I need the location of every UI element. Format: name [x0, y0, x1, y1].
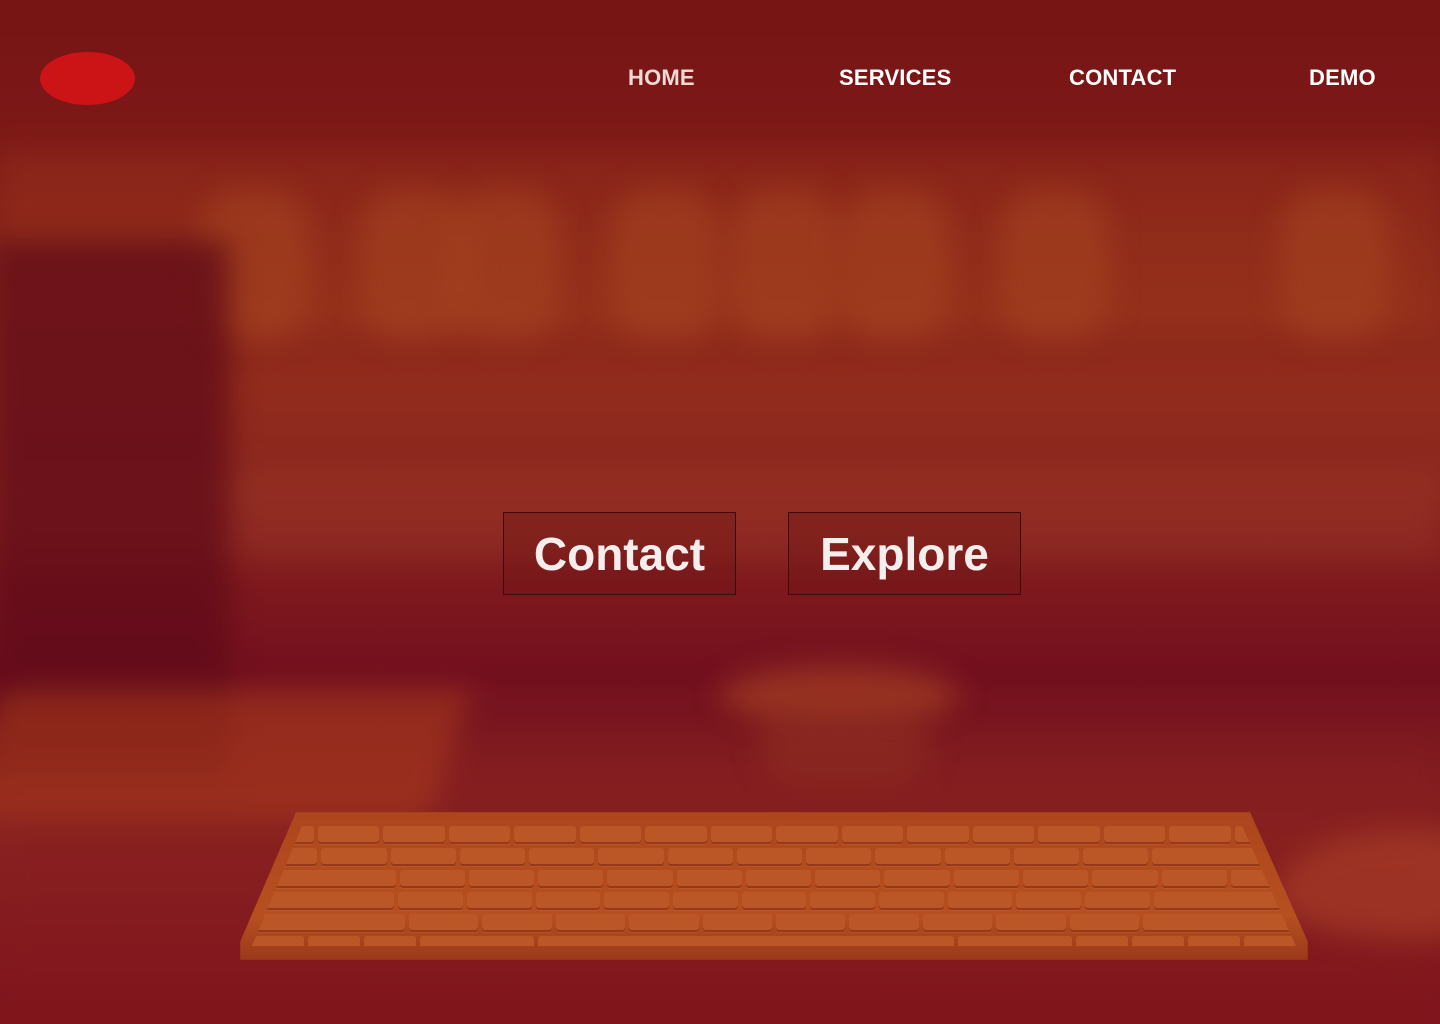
explore-button[interactable]: Explore [788, 512, 1021, 595]
nav-contact[interactable]: CONTACT [1069, 65, 1176, 91]
site-header: HOME SERVICES CONTACT DEMO [0, 0, 1440, 160]
contact-button[interactable]: Contact [503, 512, 736, 595]
landing-page: HOME SERVICES CONTACT DEMO Contact Explo… [0, 0, 1440, 1024]
nav-demo[interactable]: DEMO [1309, 65, 1376, 91]
logo-icon[interactable] [40, 52, 135, 105]
nav-home[interactable]: HOME [628, 65, 695, 91]
nav-services[interactable]: SERVICES [839, 65, 951, 91]
